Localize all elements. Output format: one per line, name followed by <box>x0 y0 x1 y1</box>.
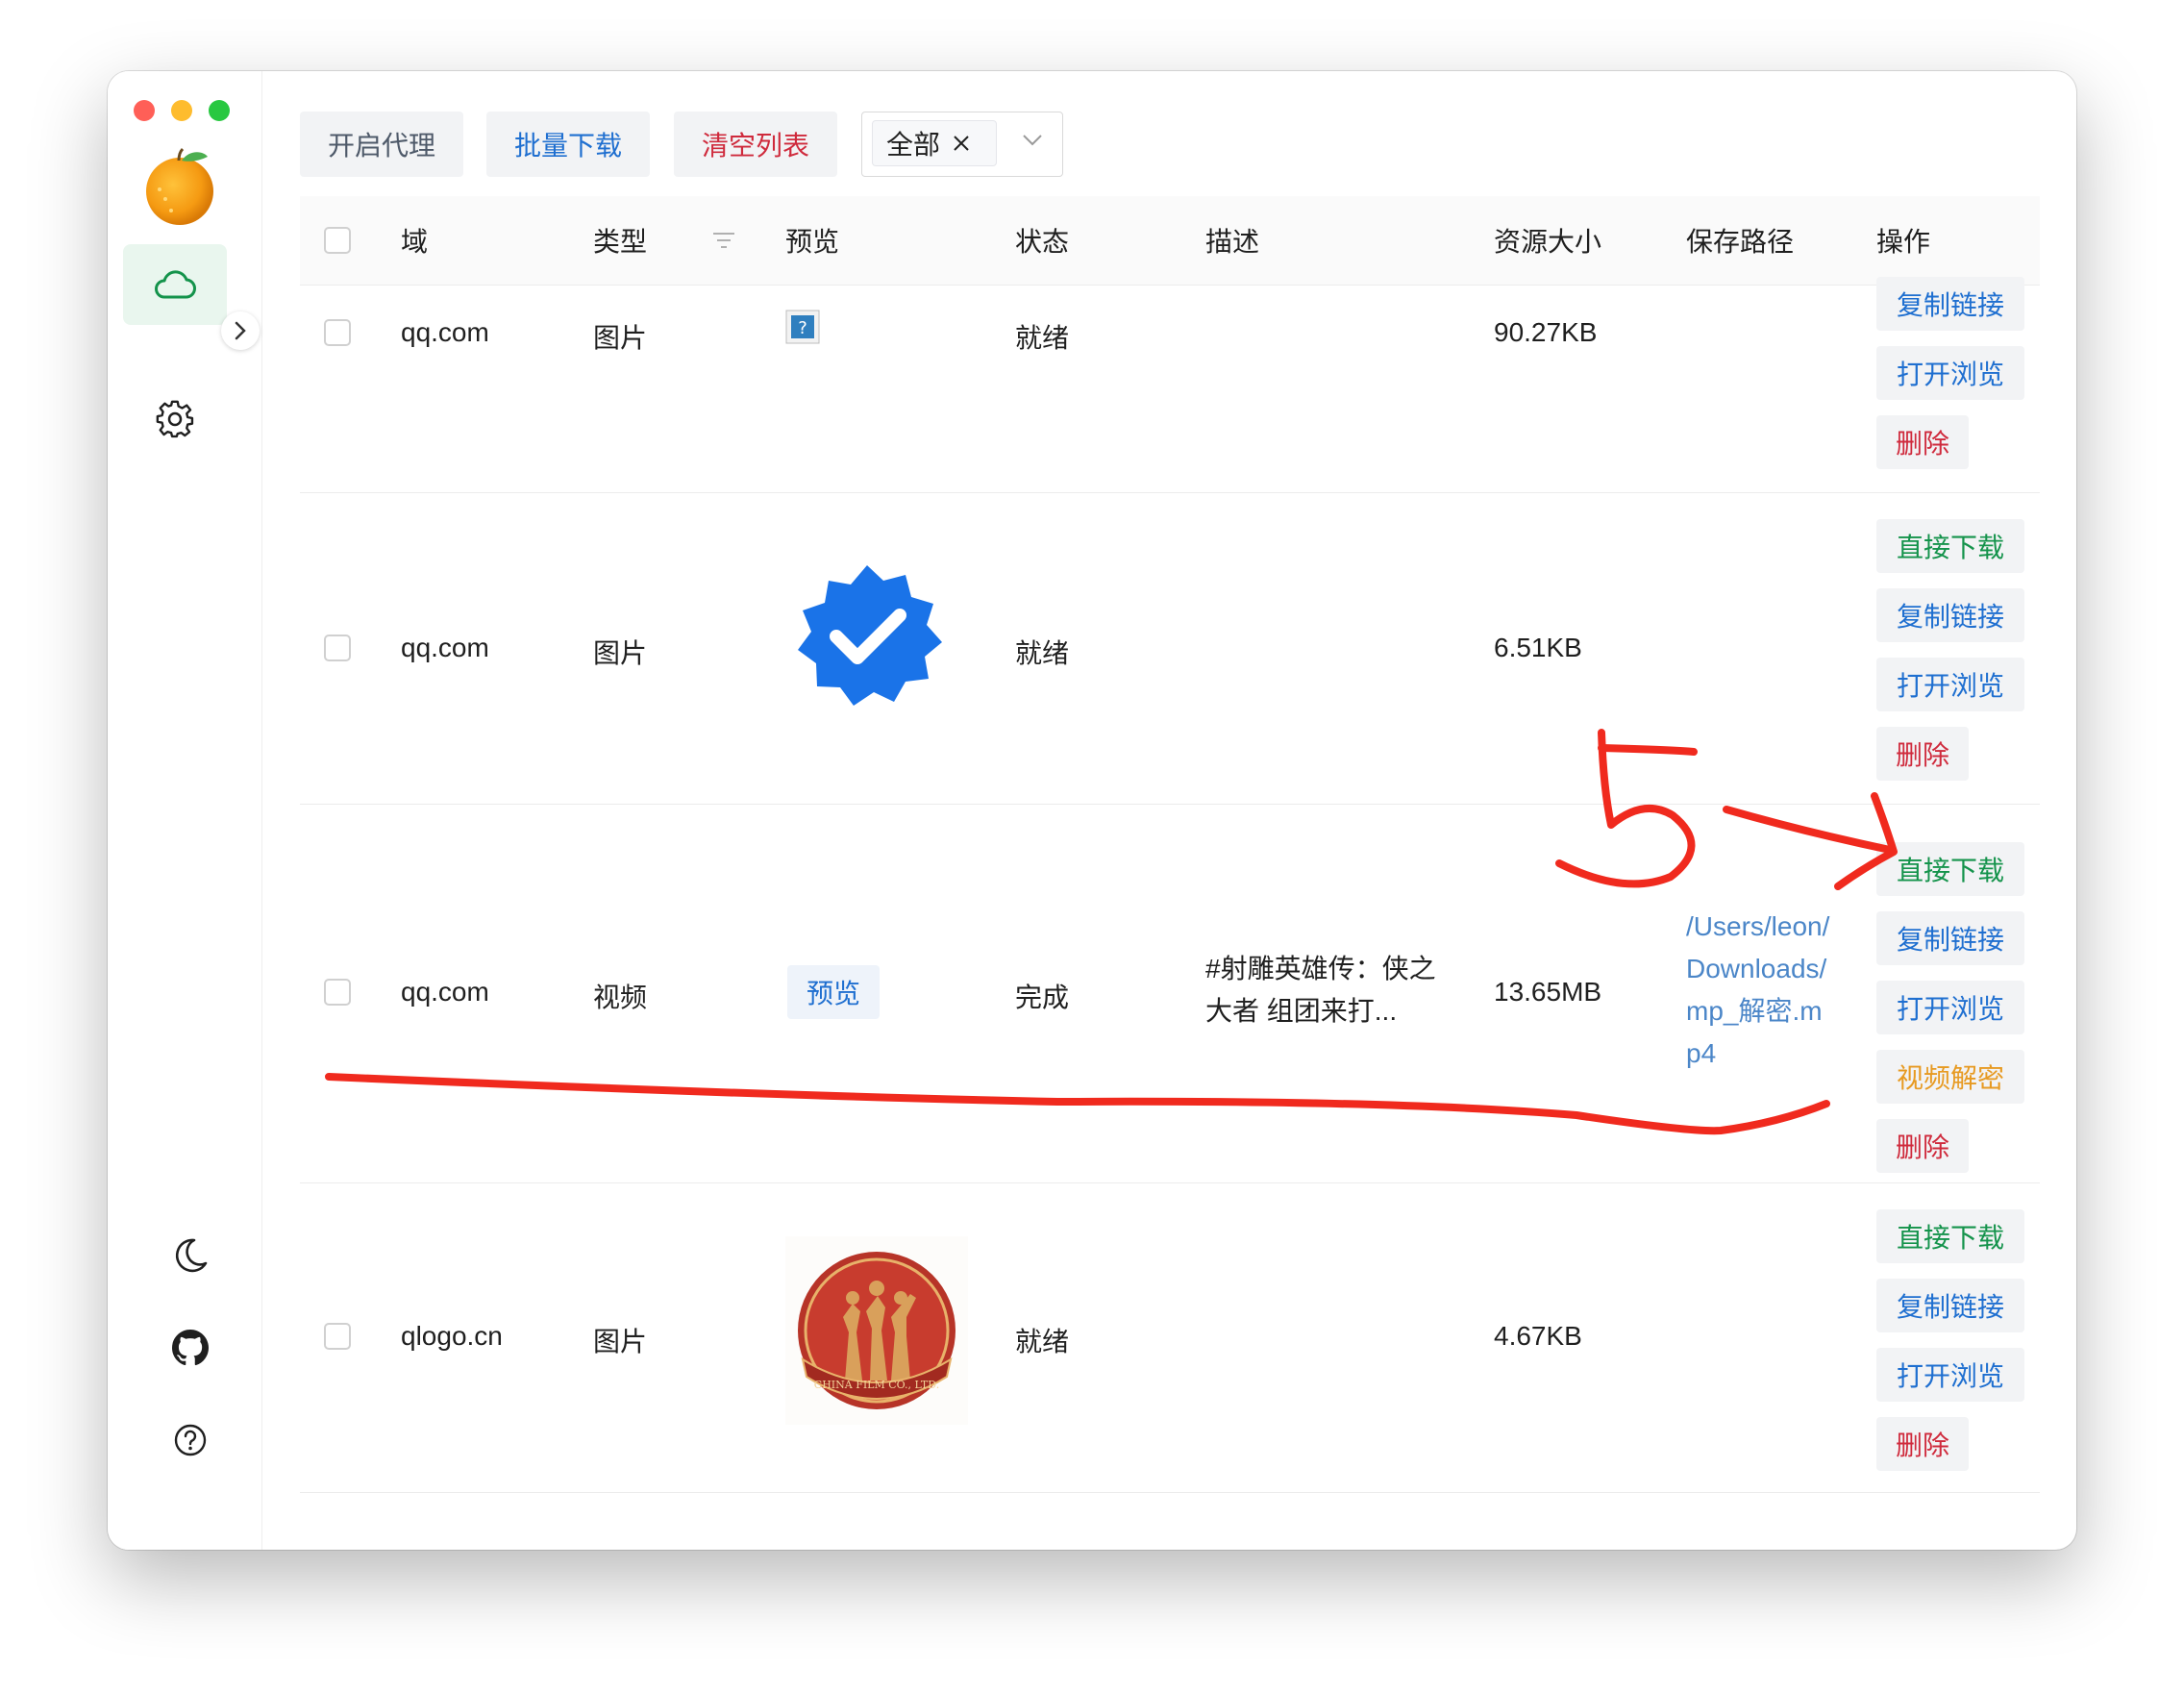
open-browse-button[interactable]: 打开浏览 <box>1876 658 2024 711</box>
copy-link-button[interactable]: 复制链接 <box>1876 1279 2024 1332</box>
header-save-path: 保存路径 <box>1686 227 1795 257</box>
open-proxy-button[interactable]: 开启代理 <box>300 112 463 177</box>
row-size: 4.67KB <box>1494 1321 1582 1351</box>
direct-download-button[interactable]: 直接下载 <box>1876 519 2024 573</box>
row-type: 图片 <box>593 1327 648 1356</box>
video-decrypt-button[interactable]: 视频解密 <box>1876 1050 2024 1104</box>
delete-button[interactable]: 删除 <box>1876 727 1969 781</box>
header-domain: 域 <box>401 227 429 257</box>
direct-download-button[interactable]: 直接下载 <box>1876 1209 2024 1263</box>
app-window: 开启代理 批量下载 清空列表 全部 域 类型 预览 状态 描述 资源大小 保存路… <box>108 71 2076 1550</box>
tag-close-icon[interactable] <box>952 134 971 153</box>
copy-link-button[interactable]: 复制链接 <box>1876 588 2024 642</box>
direct-download-button[interactable]: 直接下载 <box>1876 842 2024 896</box>
cloud-icon <box>155 270 196 299</box>
copy-link-button[interactable]: 复制链接 <box>1876 911 2024 965</box>
moon-icon <box>175 1238 208 1273</box>
row-status: 就绪 <box>1015 323 1070 353</box>
delete-button[interactable]: 删除 <box>1876 1417 1969 1471</box>
clear-list-button[interactable]: 清空列表 <box>674 112 837 177</box>
batch-download-button[interactable]: 批量下载 <box>486 112 650 177</box>
delete-button[interactable]: 删除 <box>1876 1119 1969 1173</box>
china-film-logo-image[interactable]: CHINA FILM CO., LTD. <box>785 1236 968 1431</box>
sidebar-item-settings[interactable] <box>123 379 227 460</box>
row-checkbox[interactable] <box>324 1323 351 1350</box>
dark-mode-toggle[interactable] <box>169 1234 211 1277</box>
help-button[interactable] <box>169 1419 211 1461</box>
save-path-link[interactable]: /Users/leon/Downloads/mp_解密.mp4 <box>1686 906 1830 1075</box>
header-actions: 操作 <box>1876 227 1931 257</box>
chevron-right-icon <box>235 321 246 340</box>
row-description: #射雕英雄传：侠之大者 组团来打... <box>1205 954 1436 1026</box>
row-status: 就绪 <box>1015 638 1070 668</box>
row-size: 6.51KB <box>1494 633 1582 662</box>
row-type: 图片 <box>593 638 648 668</box>
header-description: 描述 <box>1205 227 1260 257</box>
main-content: 开启代理 批量下载 清空列表 全部 域 类型 预览 状态 描述 资源大小 保存路… <box>300 71 2040 1550</box>
row-checkbox[interactable] <box>324 979 351 1006</box>
row-status: 完成 <box>1015 983 1070 1012</box>
filter-tag-label: 全部 <box>886 130 941 160</box>
row-domain: qq.com <box>401 633 489 662</box>
maximize-window-button[interactable] <box>209 100 230 121</box>
row-type: 图片 <box>593 323 648 353</box>
table-row: qq.com 图片 就绪 6.51KB 直接下载 复制链接 打开浏览 删除 <box>300 492 2040 805</box>
row-type: 视频 <box>593 983 648 1012</box>
row-size: 13.65MB <box>1494 977 1602 1007</box>
header-preview: 预览 <box>785 227 840 257</box>
row-checkbox[interactable] <box>324 634 351 661</box>
help-circle-icon <box>174 1424 207 1456</box>
copy-link-button[interactable]: 复制链接 <box>1876 277 2024 331</box>
open-browse-button[interactable]: 打开浏览 <box>1876 346 2024 400</box>
header-size: 资源大小 <box>1494 227 1602 257</box>
broken-image-icon[interactable]: ? <box>785 310 820 351</box>
open-browse-button[interactable]: 打开浏览 <box>1876 981 2024 1034</box>
sidebar <box>108 71 262 1550</box>
type-filter-select[interactable]: 全部 <box>861 112 1063 177</box>
chevron-down-icon[interactable] <box>1022 134 1043 152</box>
table-row: qlogo.cn 图片 CHINA FILM CO., LTD. 就绪 4.67… <box>300 1182 2040 1493</box>
row-status: 就绪 <box>1015 1327 1070 1356</box>
verified-badge-image[interactable] <box>790 560 944 720</box>
table-row: qq.com 视频 预览 完成 #射雕英雄传：侠之大者 组团来打... 13.6… <box>300 804 2040 1183</box>
filter-tag: 全部 <box>872 120 997 166</box>
github-link[interactable] <box>169 1327 211 1369</box>
select-all-checkbox[interactable] <box>324 227 351 254</box>
app-logo <box>136 143 223 230</box>
preview-button[interactable]: 预览 <box>787 965 880 1019</box>
row-checkbox[interactable] <box>324 319 351 346</box>
sidebar-item-resources[interactable] <box>123 244 227 325</box>
row-domain: qlogo.cn <box>401 1321 503 1351</box>
minimize-window-button[interactable] <box>171 100 192 121</box>
table-row: qq.com 图片 ? 就绪 90.27KB 复制链接 打开浏览 删除 <box>300 277 2040 493</box>
open-browse-button[interactable]: 打开浏览 <box>1876 1348 2024 1402</box>
row-domain: qq.com <box>401 317 489 347</box>
svg-text:?: ? <box>798 318 807 338</box>
logo-text: CHINA FILM CO., LTD. <box>814 1379 939 1391</box>
gear-icon <box>156 400 194 438</box>
table-header: 域 类型 预览 状态 描述 资源大小 保存路径 操作 <box>300 196 2040 286</box>
row-size: 90.27KB <box>1494 317 1598 347</box>
header-status: 状态 <box>1015 227 1070 257</box>
header-type: 类型 <box>593 227 648 257</box>
row-domain: qq.com <box>401 977 489 1007</box>
close-window-button[interactable] <box>134 100 155 121</box>
delete-button[interactable]: 删除 <box>1876 415 1969 469</box>
sidebar-expand-button[interactable] <box>221 311 260 350</box>
filter-icon[interactable] <box>711 196 736 285</box>
github-icon <box>172 1330 209 1366</box>
